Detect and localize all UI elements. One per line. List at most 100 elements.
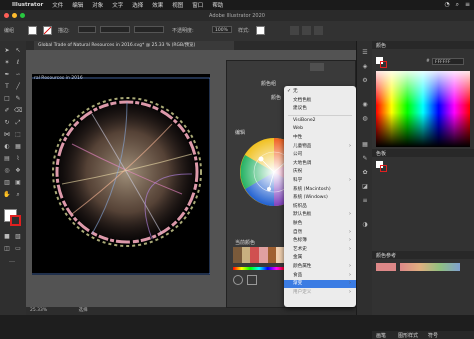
paintbrush-tool-icon[interactable]: ✎	[14, 95, 22, 103]
guide-harmony-strip[interactable]	[400, 263, 460, 271]
blend-tool-icon[interactable]: ◎	[3, 167, 11, 175]
menu-type[interactable]: 文字	[112, 1, 123, 9]
menu-effect[interactable]: 效果	[152, 1, 163, 9]
selection-tool-icon[interactable]: ➤	[3, 47, 11, 55]
stroke-color-box[interactable]	[10, 215, 21, 226]
control-center-icon[interactable]: ≡	[465, 1, 470, 9]
zoom-tool-icon[interactable]: ⌕	[14, 191, 22, 199]
color-guide-panel-icon[interactable]: ◍	[361, 115, 369, 123]
dropdown-item[interactable]: 儿童物品 ›	[284, 143, 356, 151]
lasso-tool-icon[interactable]: ℓ	[14, 59, 22, 67]
dropdown-item[interactable]: 文档色板	[284, 97, 356, 105]
color-chip[interactable]	[241, 247, 251, 263]
dropdown-item[interactable]: 公司	[284, 151, 356, 159]
color-spectrum[interactable]	[376, 71, 470, 147]
menu-object[interactable]: 对象	[92, 1, 103, 9]
shaper-tool-icon[interactable]: ✐	[3, 107, 11, 115]
menu-edit[interactable]: 编辑	[72, 1, 83, 9]
opacity-field[interactable]: 100%	[212, 26, 232, 33]
dropdown-item[interactable]: 颜色属性 ›	[284, 263, 356, 271]
align-left-icon[interactable]	[290, 26, 299, 35]
tab-symbols[interactable]: 符号	[428, 332, 438, 339]
menu-select[interactable]: 选择	[132, 1, 143, 9]
dropdown-item[interactable]: 科学 ›	[284, 177, 356, 185]
gradient-mode-icon[interactable]: ▧	[14, 233, 22, 241]
color-panel-icon[interactable]: ◉	[361, 101, 369, 109]
menu-window[interactable]: 窗口	[192, 1, 203, 9]
brushes-panel-icon[interactable]: ✎	[361, 155, 369, 163]
more-tools-icon[interactable]: …	[8, 257, 16, 265]
graph-tool-icon[interactable]: ▥	[3, 179, 11, 187]
color-stroke-indicator[interactable]	[380, 61, 387, 68]
brush-definition[interactable]	[134, 26, 164, 33]
dropdown-item[interactable]: 庆祝	[284, 168, 356, 176]
zoom-level[interactable]: 25.33%	[30, 308, 47, 313]
align-right-icon[interactable]	[314, 26, 323, 35]
menu-file[interactable]: 文件	[52, 1, 63, 9]
dropdown-item[interactable]: 食品 ›	[284, 272, 356, 280]
scale-tool-icon[interactable]: ⤢	[14, 119, 22, 127]
color-mode-icon[interactable]: ■	[3, 233, 11, 241]
dropdown-item[interactable]: ✓ 无	[284, 88, 356, 96]
dropdown-item[interactable]: 用户定义 ›	[284, 289, 356, 297]
rotate-tool-icon[interactable]: ↻	[3, 119, 11, 127]
width-tool-icon[interactable]: ⋈	[3, 131, 11, 139]
tab-brushes[interactable]: 画笔	[376, 332, 386, 339]
perspective-grid-tool-icon[interactable]: ▦	[14, 143, 22, 151]
properties-panel-icon[interactable]: ☰	[361, 49, 369, 57]
curvature-tool-icon[interactable]: ∽	[14, 71, 22, 79]
dropdown-item[interactable]: 自然 ›	[284, 229, 356, 237]
hue-slider[interactable]	[233, 267, 285, 270]
hand-tool-icon[interactable]: ✋	[3, 191, 11, 199]
draw-mode-icon[interactable]: ◫	[3, 245, 11, 253]
dropdown-item[interactable]: 金属	[284, 254, 356, 262]
color-chip[interactable]	[250, 247, 260, 263]
dropdown-item[interactable]: 建议色	[284, 105, 356, 113]
color-chip[interactable]	[259, 247, 268, 263]
rectangle-tool-icon[interactable]: □	[3, 95, 11, 103]
artboard-tool-icon[interactable]: ▣	[14, 179, 22, 187]
magic-wand-tool-icon[interactable]: ✶	[3, 59, 11, 67]
dropdown-item[interactable]: 肤色	[284, 220, 356, 228]
dropdown-item[interactable]: 大地色调	[284, 160, 356, 168]
guide-base-swatch[interactable]	[376, 263, 396, 271]
link-harmony-icon[interactable]	[233, 275, 243, 285]
reset-button[interactable]	[310, 63, 324, 71]
wifi-icon[interactable]: ◔	[444, 1, 449, 9]
artboard[interactable]: ral Resources in 2016	[32, 74, 210, 275]
search-icon[interactable]: ⌕	[456, 1, 459, 9]
libraries-panel-icon[interactable]: ⚙	[361, 77, 369, 85]
swatch-stroke-indicator[interactable]	[380, 165, 387, 172]
pen-tool-icon[interactable]: ✒	[3, 71, 11, 79]
current-colors-strip[interactable]	[233, 247, 286, 263]
symbols-panel-icon[interactable]: ✿	[361, 169, 369, 177]
align-center-icon[interactable]	[302, 26, 311, 35]
color-mode-toggle-icon[interactable]	[247, 275, 257, 285]
screen-mode-icon[interactable]: ▭	[14, 245, 22, 253]
dropdown-item[interactable]: 纺织品	[284, 203, 356, 211]
free-transform-tool-icon[interactable]: ⬚	[14, 131, 22, 139]
graphic-style-swatch[interactable]	[256, 26, 265, 35]
dropdown-item[interactable]: 渐变 ›	[284, 280, 356, 288]
type-tool-icon[interactable]: T	[3, 83, 11, 91]
dropdown-item[interactable]: 中性	[284, 134, 356, 142]
dropdown-item[interactable]: 系统 (Macintosh)	[284, 186, 356, 194]
menu-help[interactable]: 帮助	[212, 1, 223, 9]
dropdown-item[interactable]: 艺术史 ›	[284, 246, 356, 254]
fill-swatch[interactable]	[28, 26, 37, 35]
swatches-panel-icon[interactable]: ▦	[361, 141, 369, 149]
shape-builder-tool-icon[interactable]: ◐	[3, 143, 11, 151]
dropdown-item[interactable]: 默认色板 ›	[284, 211, 356, 219]
hex-input[interactable]: FFFFFF	[432, 58, 464, 65]
dropdown-item[interactable]: 系统 (Windows)	[284, 194, 356, 202]
variable-width-profile[interactable]	[100, 26, 130, 33]
menu-app[interactable]: Illustrator	[12, 2, 43, 8]
menu-view[interactable]: 视图	[172, 1, 183, 9]
dropdown-item[interactable]: 色标簿 ›	[284, 237, 356, 245]
symbol-sprayer-tool-icon[interactable]: ❖	[14, 167, 22, 175]
eraser-tool-icon[interactable]: ⌫	[14, 107, 22, 115]
stroke-panel-icon[interactable]: ≡	[361, 197, 369, 205]
layers-panel-icon[interactable]: ◈	[361, 63, 369, 71]
graphic-styles-panel-icon[interactable]: ◪	[361, 183, 369, 191]
dropdown-item[interactable]: VisiBone2	[284, 117, 356, 125]
